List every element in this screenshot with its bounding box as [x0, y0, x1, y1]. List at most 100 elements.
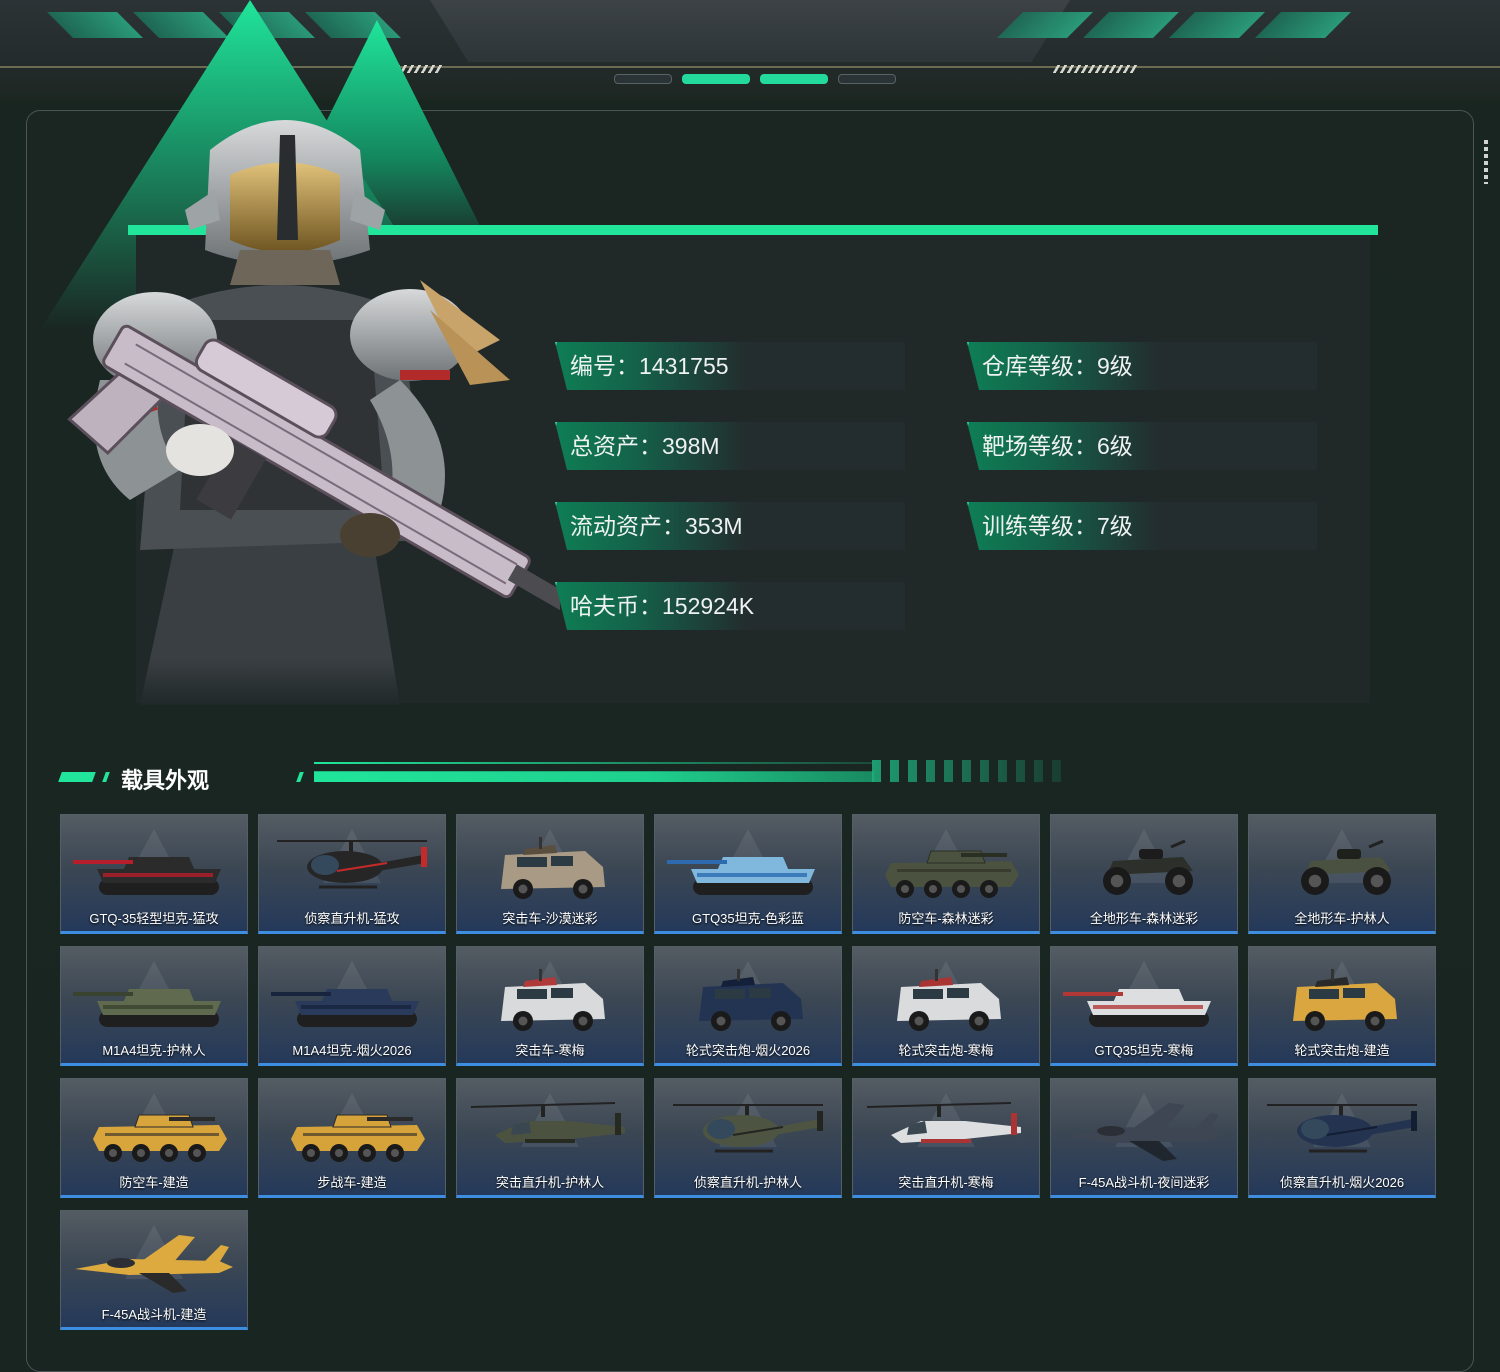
vehicle-card[interactable]: 突击直升机-寒梅	[852, 1078, 1040, 1198]
vehicle-name: 侦察直升机-护林人	[693, 1175, 803, 1190]
vehicle-name: 防空车-森林迷彩	[898, 911, 994, 926]
vehicle-name: 突击直升机-寒梅	[898, 1175, 994, 1190]
stat-range-level: 靶场等级：6级	[967, 422, 1317, 470]
stat-liquid-assets-text: 流动资产：353M	[570, 513, 743, 539]
fighter-jet-icon	[75, 1235, 233, 1293]
stat-id-text: 编号：1431755	[570, 353, 729, 379]
header-ticks-right	[1052, 65, 1138, 73]
atv-icon	[1103, 839, 1193, 895]
header-mark	[296, 772, 304, 782]
tank-icon	[667, 857, 815, 895]
header-bar	[314, 771, 874, 782]
stat-id: 编号：1431755	[555, 342, 905, 390]
stat-warehouse-text: 仓库等级：9级	[982, 353, 1133, 379]
vehicle-card[interactable]: 步战车-建造	[258, 1078, 446, 1198]
page-dot	[614, 74, 672, 84]
vehicle-card[interactable]: 侦察直升机-护林人	[654, 1078, 842, 1198]
vehicle-card[interactable]: 侦察直升机-猛攻	[258, 814, 446, 934]
vehicle-card[interactable]: 全地形车-森林迷彩	[1050, 814, 1238, 934]
attack-helicopter-icon	[470, 1102, 625, 1143]
stat-total-assets-text: 总资产：398M	[570, 433, 720, 459]
armored-truck-icon	[897, 969, 1001, 1031]
section-header-vehicle-skins: 载具外观	[58, 758, 1062, 798]
vehicle-card[interactable]: 全地形车-护林人	[1248, 814, 1436, 934]
vehicle-name: 轮式突击炮-烟火2026	[685, 1043, 811, 1058]
vehicle-card[interactable]: 轮式突击炮-建造	[1248, 946, 1436, 1066]
tank-icon	[73, 857, 221, 895]
vehicle-card[interactable]: F-45A战斗机-建造	[60, 1210, 248, 1330]
vehicle-card[interactable]: GTQ-35轻型坦克-猛攻	[60, 814, 248, 934]
armored-truck-icon	[1293, 969, 1397, 1031]
vehicle-card[interactable]: 轮式突击炮-烟火2026	[654, 946, 842, 1066]
vehicle-card[interactable]: 轮式突击炮-寒梅	[852, 946, 1040, 1066]
vehicle-name: 轮式突击炮-寒梅	[898, 1043, 994, 1058]
helicopter-icon	[277, 840, 427, 889]
vehicle-card[interactable]: M1A4坦克-烟火2026	[258, 946, 446, 1066]
vehicle-card[interactable]: GTQ35坦克-寒梅	[1050, 946, 1238, 1066]
vehicle-card[interactable]: 突击直升机-护林人	[456, 1078, 644, 1198]
page-indicator	[614, 74, 896, 84]
helicopter-icon	[673, 1104, 823, 1153]
vehicle-card[interactable]: 侦察直升机-烟火2026	[1248, 1078, 1436, 1198]
header-mark	[102, 772, 110, 782]
vehicle-card[interactable]: M1A4坦克-护林人	[60, 946, 248, 1066]
header-mark	[58, 772, 96, 782]
armored-truck-icon	[501, 969, 605, 1031]
tank-icon	[271, 989, 419, 1027]
vehicle-name: GTQ-35轻型坦克-猛攻	[89, 911, 219, 926]
tank-icon	[1063, 989, 1211, 1027]
stat-coins-text: 哈夫币：152924K	[570, 593, 755, 619]
vehicle-name: F-45A战斗机-夜间迷彩	[1078, 1175, 1210, 1190]
vehicle-card[interactable]: 突击车-沙漠迷彩	[456, 814, 644, 934]
vehicle-name: 全地形车-护林人	[1294, 911, 1390, 926]
stat-training-text: 训练等级：7级	[982, 513, 1133, 539]
vehicle-name: M1A4坦克-烟火2026	[292, 1043, 412, 1058]
stat-range-text: 靶场等级：6级	[982, 433, 1133, 459]
page-dot-active	[760, 74, 828, 84]
stat-total-assets: 总资产：398M	[555, 422, 905, 470]
wheeled-apc-icon	[93, 1114, 227, 1162]
vehicle-name: GTQ35坦克-寒梅	[1094, 1043, 1194, 1058]
vehicle-name: 全地形车-森林迷彩	[1089, 911, 1199, 926]
vehicle-name: 轮式突击炮-建造	[1294, 1043, 1390, 1058]
armored-truck-icon	[699, 969, 803, 1031]
wheeled-apc-icon	[291, 1114, 425, 1162]
side-scroll-indicator	[1484, 140, 1488, 184]
stat-training-level: 训练等级：7级	[967, 502, 1317, 550]
stat-liquid-assets: 流动资产：353M	[555, 502, 905, 550]
vehicle-name: F-45A战斗机-建造	[101, 1307, 207, 1322]
header-checker-pattern	[872, 760, 1062, 782]
vehicle-card[interactable]: 突击车-寒梅	[456, 946, 644, 1066]
atv-icon	[1301, 839, 1391, 895]
vehicle-card[interactable]: GTQ35坦克-色彩蓝	[654, 814, 842, 934]
header-stripes-right	[997, 12, 1351, 38]
vehicle-card[interactable]: 防空车-建造	[60, 1078, 248, 1198]
vehicle-name: 突击直升机-护林人	[495, 1175, 605, 1190]
page-dot-active	[682, 74, 750, 84]
vehicle-name: GTQ35坦克-色彩蓝	[692, 911, 804, 926]
vehicle-name: 步战车-建造	[317, 1175, 387, 1190]
wheeled-apc-icon	[885, 850, 1019, 898]
vehicle-name: M1A4坦克-护林人	[102, 1043, 206, 1058]
vehicle-name: 突击车-寒梅	[515, 1043, 585, 1058]
vehicle-card[interactable]: 防空车-森林迷彩	[852, 814, 1040, 934]
vehicle-name: 侦察直升机-烟火2026	[1279, 1175, 1405, 1190]
vehicle-card[interactable]: F-45A战斗机-夜间迷彩	[1050, 1078, 1238, 1198]
section-title: 载具外观	[121, 768, 210, 793]
vehicle-name: 防空车-建造	[119, 1175, 189, 1190]
page-dot	[838, 74, 896, 84]
vehicle-name: 突击车-沙漠迷彩	[502, 911, 598, 926]
header-center-plate	[430, 0, 1070, 62]
vehicle-name: 侦察直升机-猛攻	[304, 911, 400, 926]
helicopter-icon	[1267, 1104, 1417, 1153]
tank-icon	[73, 989, 221, 1027]
stat-coins: 哈夫币：152924K	[555, 582, 905, 630]
header-thin-line	[314, 762, 874, 764]
attack-helicopter-icon	[866, 1102, 1021, 1143]
stat-warehouse-level: 仓库等级：9级	[967, 342, 1317, 390]
soldier-portrait	[67, 120, 560, 705]
header-stripes-left	[47, 12, 401, 38]
fighter-jet-icon	[1065, 1103, 1223, 1161]
armored-truck-icon	[501, 837, 605, 899]
vehicle-grid: GTQ-35轻型坦克-猛攻 侦察直升机-猛攻 突击车-沙漠迷彩 GTQ35坦克-…	[60, 814, 1436, 1330]
